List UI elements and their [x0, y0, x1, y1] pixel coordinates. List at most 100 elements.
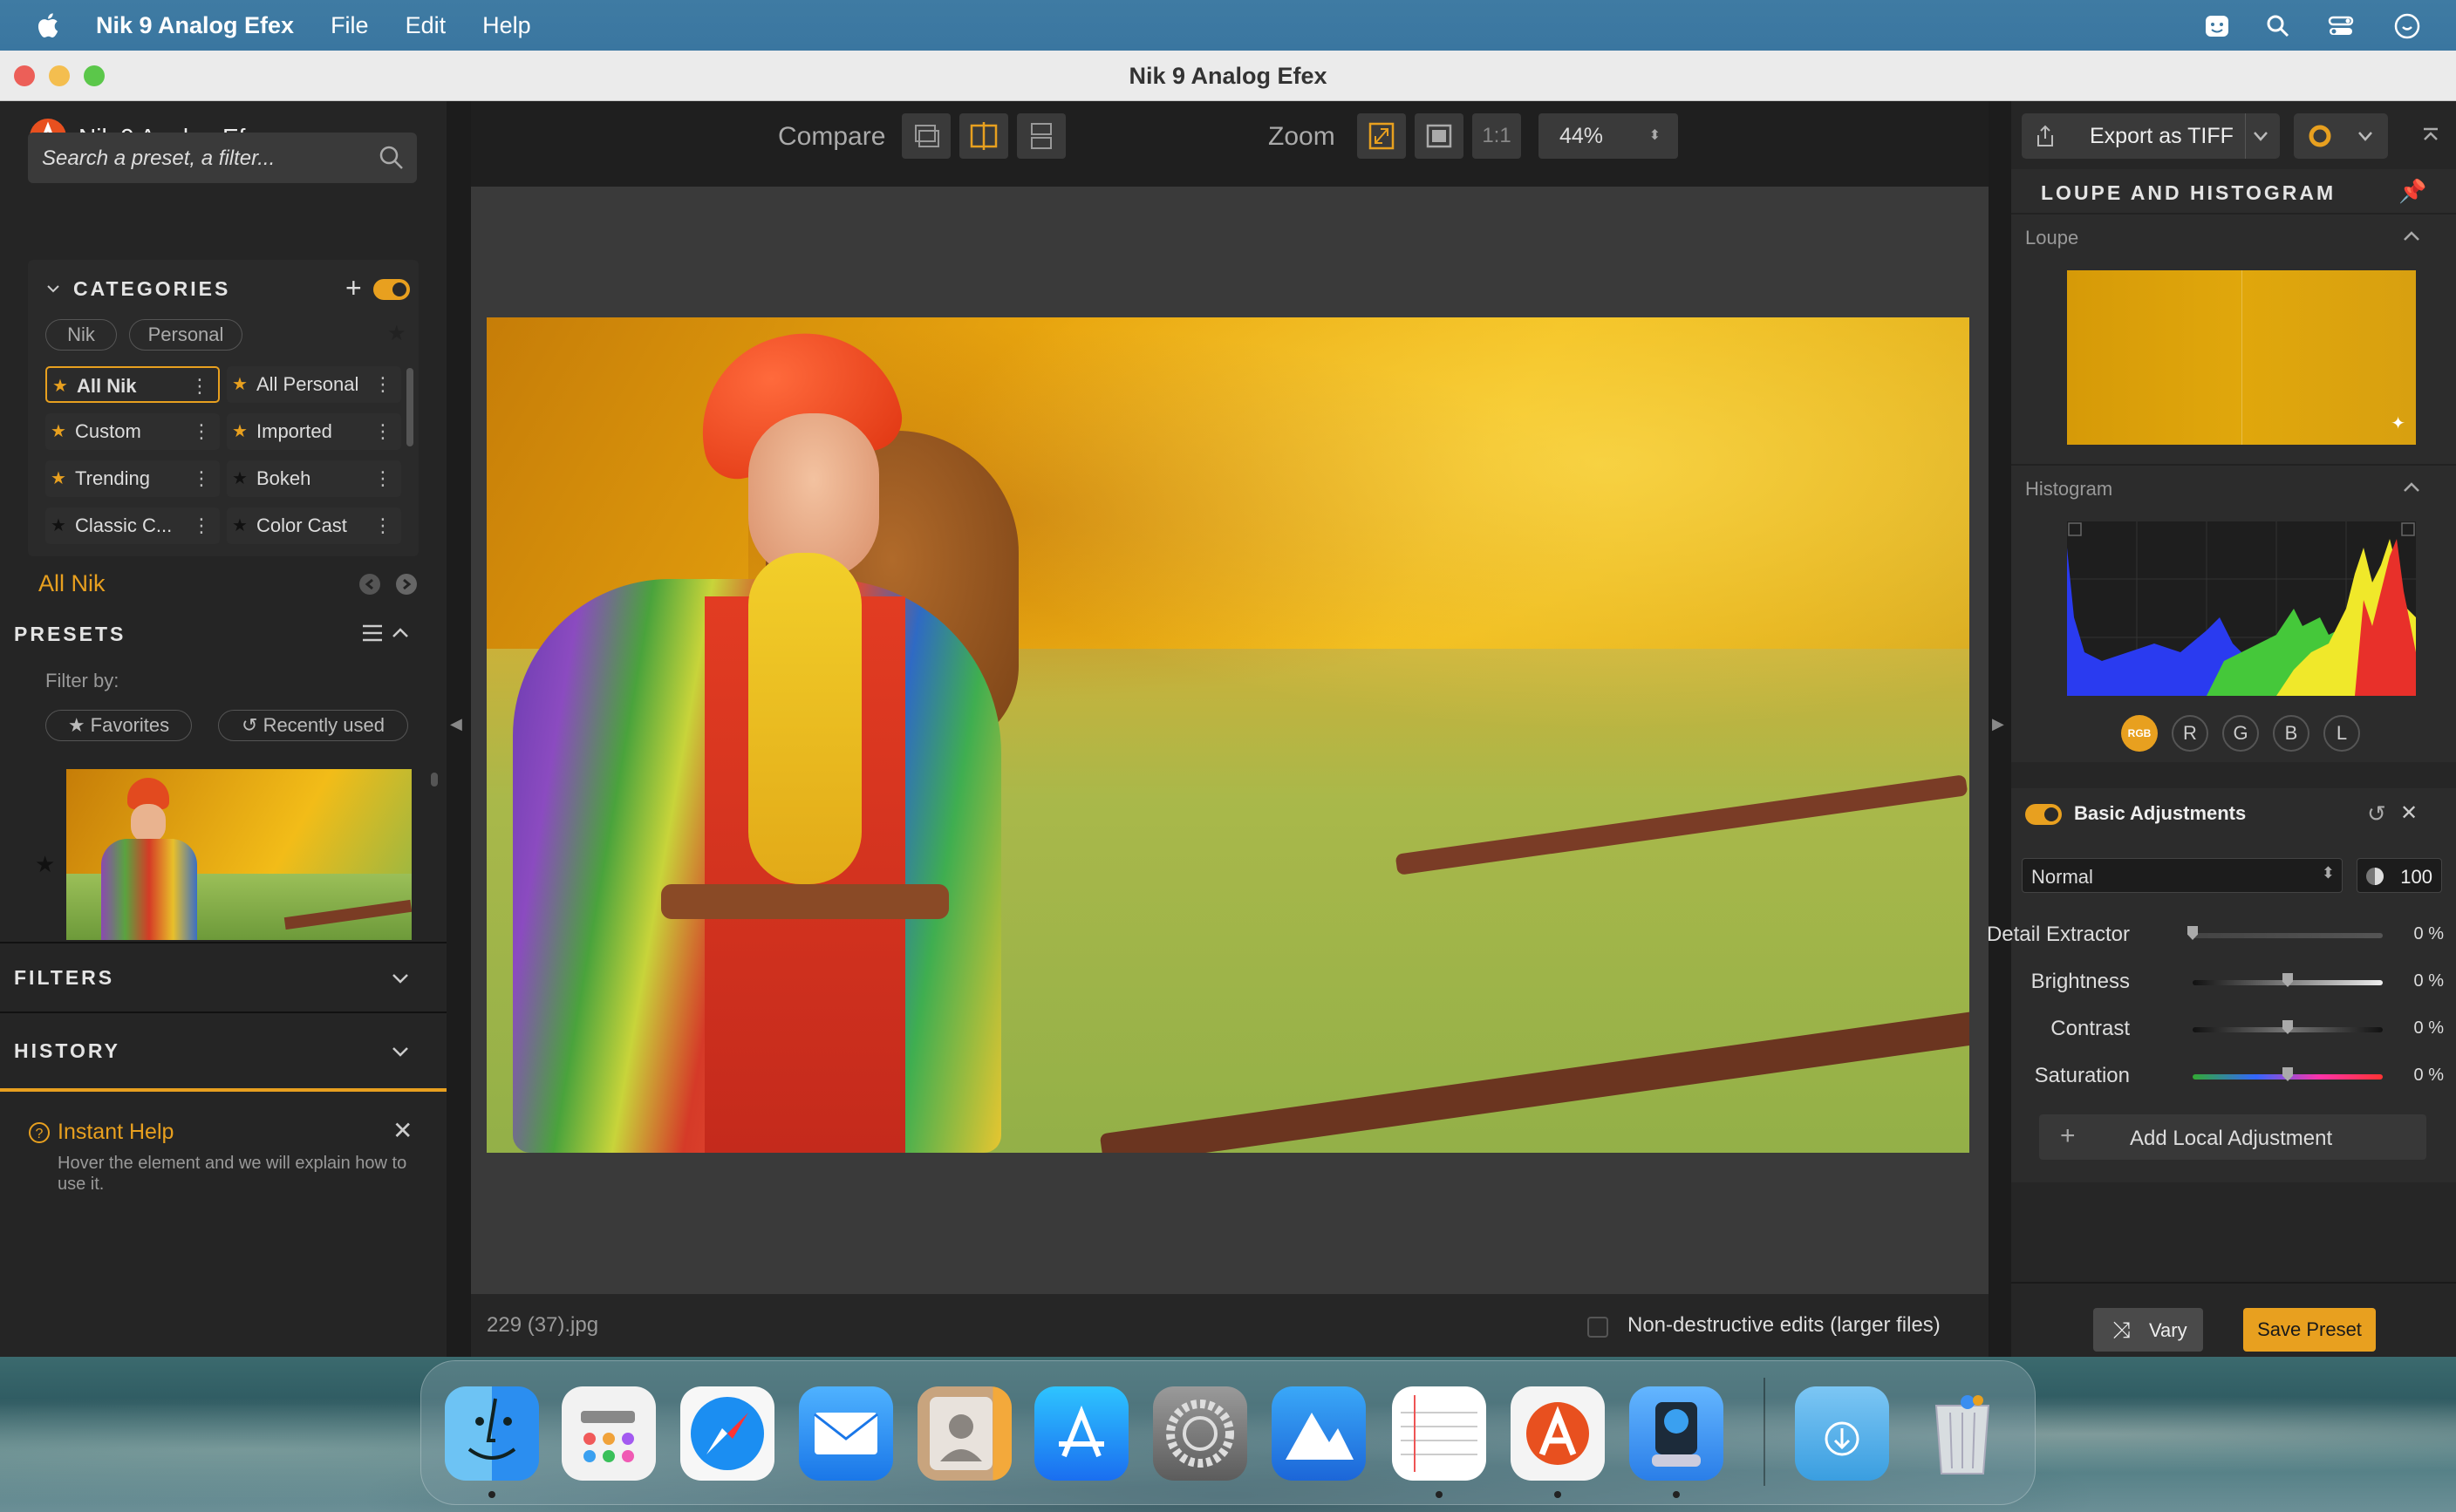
vary-button[interactable]: ⤨ Vary	[2093, 1308, 2203, 1352]
category-custom[interactable]: ★ Custom ⋮	[45, 413, 220, 450]
compare-split-button[interactable]	[959, 113, 1008, 159]
presets-scrollbar[interactable]	[431, 773, 438, 787]
categories-scrollbar[interactable]	[406, 368, 413, 446]
chevron-up-icon[interactable]	[2402, 480, 2421, 495]
close-help-icon[interactable]: ✕	[392, 1116, 413, 1145]
category-imported[interactable]: ★ Imported ⋮	[227, 413, 401, 450]
chevron-up-icon[interactable]	[2402, 228, 2421, 244]
reset-icon[interactable]: ↺	[2367, 800, 2386, 828]
close-icon[interactable]: ✕	[2400, 800, 2418, 826]
finder-icon[interactable]	[445, 1386, 539, 1481]
next-icon[interactable]	[394, 572, 419, 596]
affinity-icon[interactable]	[1272, 1386, 1366, 1481]
channel-r-button[interactable]: R	[2172, 715, 2208, 752]
photo-preview[interactable]	[487, 317, 1969, 1153]
list-view-icon[interactable]	[361, 623, 384, 644]
tools-menu-button[interactable]	[2294, 113, 2388, 159]
mail-icon[interactable]	[799, 1386, 893, 1481]
opacity-field[interactable]: 100	[2357, 858, 2442, 893]
zoom-fill-button[interactable]	[1415, 113, 1463, 159]
search-input[interactable]: Search a preset, a filter...	[28, 133, 417, 183]
chevron-up-icon[interactable]	[391, 624, 410, 642]
category-bokeh[interactable]: ★ Bokeh ⋮	[227, 460, 401, 497]
chevron-down-icon[interactable]	[45, 281, 61, 296]
menu-app-name[interactable]: Nik 9 Analog Efex	[96, 12, 294, 39]
channel-b-button[interactable]: B	[2273, 715, 2309, 752]
more-icon[interactable]: ⋮	[373, 460, 392, 497]
zoom-fit-button[interactable]	[1357, 113, 1406, 159]
more-icon[interactable]: ⋮	[190, 368, 209, 405]
basic-adjustments-toggle[interactable]	[2025, 804, 2062, 825]
collapse-right-icon[interactable]: ▶	[1992, 715, 2004, 733]
history-title[interactable]: HISTORY	[14, 1039, 120, 1063]
more-icon[interactable]: ⋮	[192, 507, 211, 544]
preset-star-icon[interactable]: ★	[35, 851, 55, 878]
nondestructive-checkbox[interactable]	[1587, 1317, 1608, 1338]
app-store-icon[interactable]	[1034, 1386, 1129, 1481]
categories-toggle[interactable]	[373, 279, 410, 300]
loupe-view[interactable]: ✦	[2067, 270, 2416, 445]
slider-thumb[interactable]	[2282, 1020, 2293, 1034]
add-category-icon[interactable]: +	[345, 272, 362, 304]
more-icon[interactable]: ⋮	[373, 366, 392, 403]
channel-rgb-button[interactable]: RGB	[2121, 715, 2158, 752]
zoom-percent-select[interactable]: 44% ⬍	[1538, 113, 1678, 159]
menu-file[interactable]: File	[331, 12, 369, 39]
preset-thumbnail[interactable]	[66, 769, 412, 940]
category-trending[interactable]: ★ Trending ⋮	[45, 460, 220, 497]
slider-thumb[interactable]	[2282, 973, 2293, 987]
more-icon[interactable]: ⋮	[192, 413, 211, 450]
category-color-cast[interactable]: ★ Color Cast ⋮	[227, 507, 401, 544]
more-icon[interactable]: ⋮	[373, 507, 392, 544]
slider-track[interactable]	[2193, 973, 2383, 987]
category-all-nik[interactable]: ★ All Nik ⋮	[45, 366, 220, 403]
add-local-adjustment-button[interactable]: + Add Local Adjustment	[2039, 1114, 2426, 1160]
control-center-icon[interactable]	[2327, 12, 2355, 40]
menu-extra-icon[interactable]	[2203, 12, 2231, 40]
nik-icon[interactable]	[1511, 1386, 1605, 1481]
collapse-panel-icon[interactable]	[2421, 126, 2440, 145]
export-button[interactable]: Export as TIFF	[2022, 113, 2280, 159]
save-preset-button[interactable]: Save Preset	[2243, 1308, 2376, 1352]
previous-icon[interactable]	[358, 572, 382, 596]
slider-track[interactable]	[2193, 1020, 2383, 1034]
chevron-down-icon[interactable]	[391, 970, 410, 987]
channel-g-button[interactable]: G	[2222, 715, 2259, 752]
channel-l-button[interactable]: L	[2323, 715, 2360, 752]
pin-icon[interactable]: ✦	[2391, 412, 2405, 434]
category-classic[interactable]: ★ Classic C... ⋮	[45, 507, 220, 544]
tab-nik[interactable]: Nik	[45, 319, 117, 351]
launchpad-icon[interactable]	[562, 1386, 656, 1481]
contacts-icon[interactable]	[918, 1386, 1012, 1481]
slider-thumb[interactable]	[2282, 1067, 2293, 1081]
menu-help[interactable]: Help	[482, 12, 531, 39]
favorites-filter[interactable]: ★ Favorites	[45, 710, 192, 741]
clock-icon[interactable]	[2393, 12, 2421, 40]
filters-title[interactable]: FILTERS	[14, 966, 114, 990]
pin-icon[interactable]: 📌	[2398, 178, 2426, 205]
zoom-one-to-one-button[interactable]: 1:1	[1472, 113, 1521, 159]
category-all-personal[interactable]: ★ All Personal ⋮	[227, 366, 401, 403]
menu-edit[interactable]: Edit	[406, 12, 447, 39]
trash-icon[interactable]	[1915, 1386, 2009, 1481]
downloads-icon[interactable]	[1795, 1386, 1889, 1481]
blend-mode-select[interactable]: Normal ⬍	[2022, 858, 2343, 893]
spotlight-search-icon[interactable]	[2264, 12, 2292, 40]
recently-used-filter[interactable]: ↺ Recently used	[218, 710, 408, 741]
system-settings-icon[interactable]	[1153, 1386, 1247, 1481]
apple-icon[interactable]	[35, 11, 59, 39]
slider-track[interactable]	[2193, 1067, 2383, 1081]
textedit-icon[interactable]	[1392, 1386, 1486, 1481]
star-icon[interactable]: ★	[387, 321, 406, 346]
compare-overlay-button[interactable]	[902, 113, 951, 159]
collapse-left-icon[interactable]: ◀	[450, 715, 462, 733]
tab-personal[interactable]: Personal	[129, 319, 242, 351]
safari-icon[interactable]	[680, 1386, 774, 1481]
slider-thumb[interactable]	[2187, 926, 2198, 940]
more-icon[interactable]: ⋮	[373, 413, 392, 450]
more-icon[interactable]: ⋮	[192, 460, 211, 497]
preview-icon[interactable]	[1629, 1386, 1723, 1481]
compare-side-button[interactable]	[1017, 113, 1066, 159]
chevron-down-icon[interactable]	[2252, 129, 2269, 143]
slider-track[interactable]	[2187, 926, 2383, 940]
